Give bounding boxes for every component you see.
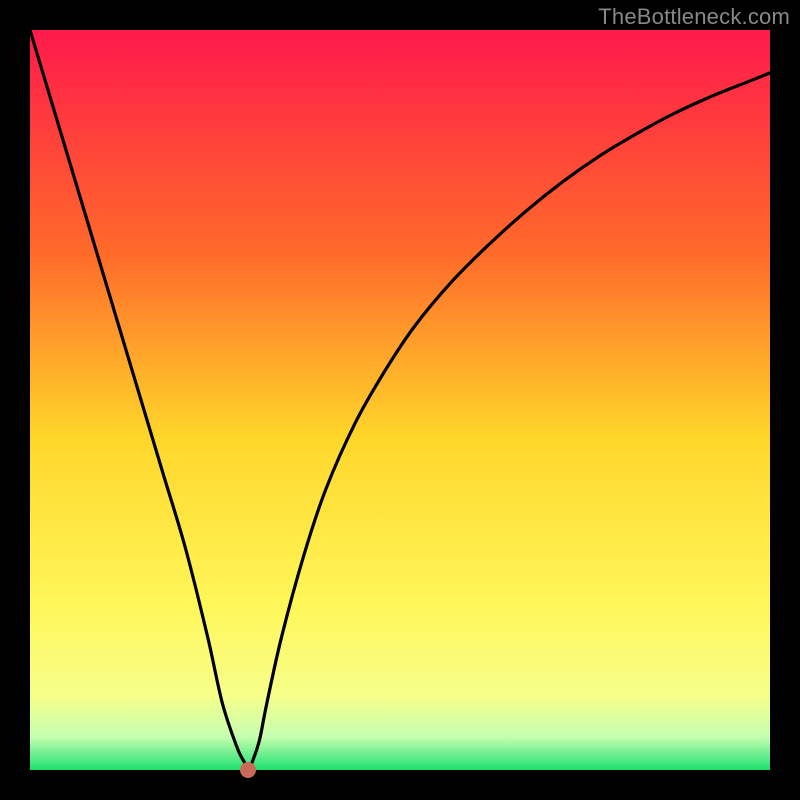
curve-layer [30, 30, 770, 770]
optimal-point-marker [240, 762, 256, 778]
chart-frame: TheBottleneck.com [0, 0, 800, 800]
attribution-text: TheBottleneck.com [598, 4, 790, 30]
bottleneck-curve [30, 30, 770, 770]
plot-area [30, 30, 770, 770]
